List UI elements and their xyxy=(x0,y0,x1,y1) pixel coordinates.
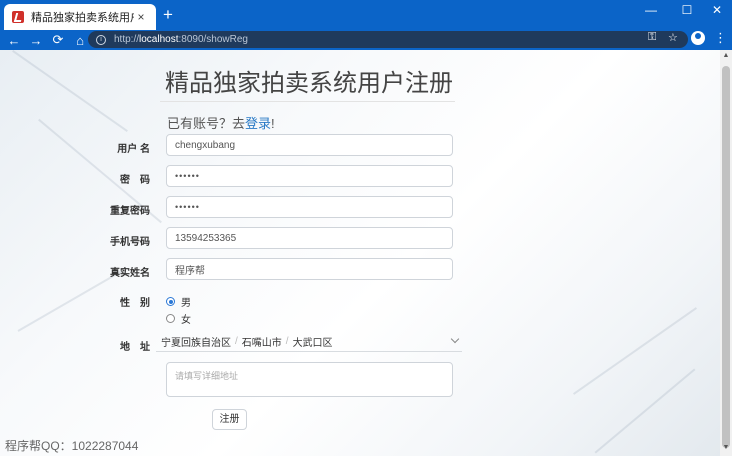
realname-label: 真实姓名 xyxy=(110,268,150,279)
decor-line xyxy=(594,368,696,454)
login-prompt: 已有账号？去登录! xyxy=(167,116,275,131)
username-label: 用户 名 xyxy=(117,144,150,155)
url-text: http://localhost:8090/showReg xyxy=(114,34,248,45)
back-button[interactable]: ← xyxy=(4,33,24,48)
close-tab-icon[interactable]: × xyxy=(134,10,148,24)
radio-checked-icon[interactable] xyxy=(166,297,175,306)
scrollbar[interactable]: ▲ ▼ xyxy=(720,50,732,456)
scroll-thumb[interactable] xyxy=(722,66,730,448)
realname-field[interactable]: 程序帮 xyxy=(166,258,453,280)
divider xyxy=(160,101,455,102)
gender-female-label: 女 xyxy=(181,315,191,326)
star-icon[interactable]: ☆ xyxy=(668,31,678,44)
scroll-down-icon[interactable]: ▼ xyxy=(720,444,732,454)
tab-bar: 精品独家拍卖系统用户注册 × + — ☐ ✕ xyxy=(0,0,732,30)
address-label: 地 址 xyxy=(120,342,150,353)
login-link[interactable]: 登录 xyxy=(245,116,271,131)
district-value: 大武口区 xyxy=(292,338,333,349)
city-value: 石嘴山市 xyxy=(241,338,282,349)
close-window-button[interactable]: ✕ xyxy=(702,3,732,17)
key-icon[interactable]: ⚿ xyxy=(648,31,656,44)
forward-button[interactable]: → xyxy=(26,33,46,48)
address-detail-input[interactable]: 请填写详细地址 xyxy=(166,362,453,397)
favicon-icon xyxy=(12,11,24,23)
password-label: 密 码 xyxy=(120,175,150,186)
phone-label: 手机号码 xyxy=(110,237,150,248)
minimize-button[interactable]: — xyxy=(636,3,666,17)
new-tab-button[interactable]: + xyxy=(163,6,173,23)
page-content: 精品独家拍卖系统用户注册 已有账号？去登录! 用户 名 chengxubang … xyxy=(0,50,720,456)
scroll-up-icon[interactable]: ▲ xyxy=(720,52,732,62)
radio-unchecked-icon[interactable] xyxy=(166,314,175,323)
separator: / xyxy=(235,336,238,347)
phone-field[interactable]: 13594253365 xyxy=(166,227,453,249)
username-field[interactable]: chengxubang xyxy=(166,134,453,156)
province-value: 宁夏回族自治区 xyxy=(161,338,231,349)
page-title: 精品独家拍卖系统用户注册 xyxy=(165,70,453,97)
maximize-button[interactable]: ☐ xyxy=(672,3,702,17)
footer-contact: 程序帮QQ：1022287044 xyxy=(5,439,139,453)
address-cascader[interactable]: 宁夏回族自治区 / 石嘴山市 / 大武口区 xyxy=(156,332,462,352)
browser-tab[interactable]: 精品独家拍卖系统用户注册 × xyxy=(4,4,156,30)
address-bar[interactable]: i http://localhost:8090/showReg xyxy=(88,31,688,48)
register-button[interactable]: 注册 xyxy=(212,409,247,430)
gender-label: 性 别 xyxy=(120,298,150,309)
separator: / xyxy=(285,336,289,347)
tab-title: 精品独家拍卖系统用户注册 xyxy=(31,12,134,24)
menu-icon[interactable]: ⋮ xyxy=(714,30,727,46)
repassword-label: 重复密码 xyxy=(110,206,150,217)
gender-male-label: 男 xyxy=(181,298,191,309)
decor-line xyxy=(12,50,128,132)
chevron-down-icon[interactable] xyxy=(450,334,460,344)
gender-male-option[interactable]: 男 xyxy=(166,294,191,309)
home-button[interactable]: ⌂ xyxy=(70,33,90,48)
password-field[interactable]: •••••• xyxy=(166,165,453,187)
reload-button[interactable]: ⟳ xyxy=(48,32,68,48)
repassword-field[interactable]: •••••• xyxy=(166,196,453,218)
gender-female-option[interactable]: 女 xyxy=(166,311,191,326)
account-icon[interactable] xyxy=(691,31,705,45)
info-icon[interactable]: i xyxy=(96,34,106,45)
